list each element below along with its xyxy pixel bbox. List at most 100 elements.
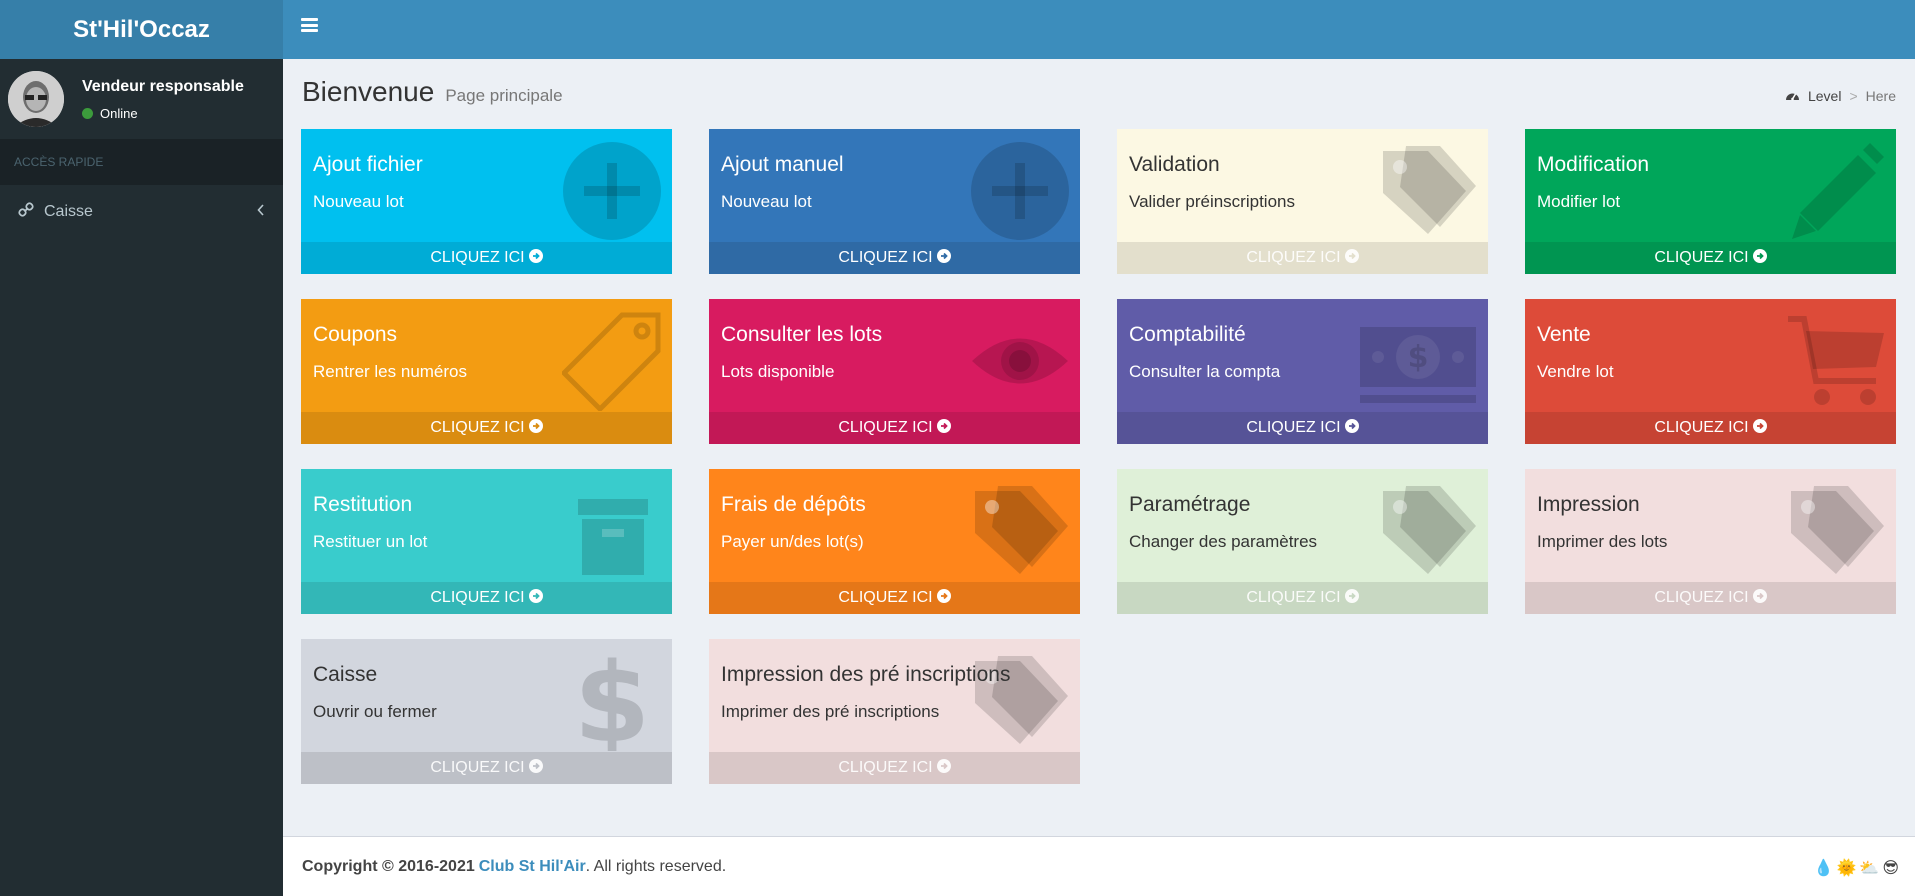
arrow-circle-right-icon (1344, 248, 1359, 268)
plus-circle-icon (562, 141, 662, 241)
arrow-circle-right-icon (528, 418, 543, 438)
sidebar-toggle-icon[interactable] (301, 18, 318, 32)
tile-caisse[interactable]: $ Caisse Ouvrir ou fermer CLIQUEZ ICI (301, 639, 672, 784)
arrow-circle-right-icon (936, 248, 951, 268)
weather-icons: 💧 🌞 ⛅ 😎 (1814, 858, 1899, 878)
user-status: Online (82, 106, 244, 121)
tile-cta-link[interactable]: CLIQUEZ ICI (709, 582, 1080, 614)
tags-icon (970, 481, 1070, 581)
tile-cta-link[interactable]: CLIQUEZ ICI (1117, 582, 1488, 614)
arrow-circle-right-icon (528, 588, 543, 608)
tile-cta-label: CLIQUEZ ICI (430, 589, 525, 606)
tile-ajout-manuel[interactable]: Ajout manuel Nouveau lot CLIQUEZ ICI (709, 129, 1080, 274)
tile-ajout-fichier[interactable]: Ajout fichier Nouveau lot CLIQUEZ ICI (301, 129, 672, 274)
arrow-circle-right-icon (1752, 248, 1767, 268)
tile-description: Rentrer les numéros (313, 362, 468, 381)
tile-cta-link[interactable]: CLIQUEZ ICI (1525, 582, 1896, 614)
tile-param-trage[interactable]: Paramétrage Changer des paramètres CLIQU… (1117, 469, 1488, 614)
tile-consulter-les-lots[interactable]: Consulter les lots Lots disponible CLIQU… (709, 299, 1080, 444)
tile-cta-link[interactable]: CLIQUEZ ICI (1525, 242, 1896, 274)
drop-icon: 💧 (1813, 860, 1834, 877)
tags-icon (1378, 481, 1478, 581)
sidebar-item-caisse[interactable]: Caisse (0, 185, 283, 239)
sun-icon: 🌞 (1836, 860, 1857, 877)
page-subtitle: Page principale (445, 86, 563, 105)
tile-cta-label: CLIQUEZ ICI (430, 249, 525, 266)
tags-icon (1786, 481, 1886, 581)
tile-cta-label: CLIQUEZ ICI (838, 249, 933, 266)
chevron-left-icon (257, 203, 265, 221)
page-title: Bienvenue (302, 76, 435, 107)
arrow-circle-right-icon (1752, 418, 1767, 438)
tile-title: Coupons (313, 323, 398, 346)
tile-cta-link[interactable]: CLIQUEZ ICI (1117, 242, 1488, 274)
tile-description: Consulter la compta (1129, 362, 1281, 381)
tile-cta-link[interactable]: CLIQUEZ ICI (301, 412, 672, 444)
tile-description: Nouveau lot (721, 192, 812, 211)
tile-title: Consulter les lots (721, 323, 883, 346)
tile-modification[interactable]: Modification Modifier lot CLIQUEZ ICI (1525, 129, 1896, 274)
tile-cta-label: CLIQUEZ ICI (1654, 249, 1749, 266)
tile-title: Impression des pré inscriptions (721, 663, 1011, 686)
svg-text:$: $ (1408, 340, 1429, 375)
tags-icon (1378, 141, 1478, 241)
tile-cta-label: CLIQUEZ ICI (1654, 419, 1749, 436)
breadcrumb: Level > Here (1785, 88, 1896, 104)
tile-cta-link[interactable]: CLIQUEZ ICI (301, 752, 672, 784)
pencil-icon (1786, 141, 1886, 241)
tile-description: Ouvrir ou fermer (313, 702, 437, 721)
tile-cta-link[interactable]: CLIQUEZ ICI (1117, 412, 1488, 444)
tile-title: Frais de dépôts (721, 493, 866, 516)
tile-impression[interactable]: Impression Imprimer des lots CLIQUEZ ICI (1525, 469, 1896, 614)
tile-title: Ajout fichier (313, 153, 423, 176)
tile-description: Payer un/des lot(s) (721, 532, 864, 551)
tile-description: Valider préinscriptions (1129, 192, 1295, 211)
sidebar-item-label: Caisse (44, 203, 93, 220)
club-link[interactable]: Club St Hil'Air (479, 858, 586, 876)
tile-cta-link[interactable]: CLIQUEZ ICI (709, 752, 1080, 784)
tile-cta-link[interactable]: CLIQUEZ ICI (301, 242, 672, 274)
tile-frais-de-d-p-ts[interactable]: Frais de dépôts Payer un/des lot(s) CLIQ… (709, 469, 1080, 614)
tag-icon (560, 311, 662, 413)
breadcrumb-level[interactable]: Level (1808, 88, 1841, 104)
plus-circle-icon (970, 141, 1070, 241)
app-logo[interactable]: St'Hil'Occaz (0, 0, 283, 59)
arrow-circle-right-icon (528, 248, 543, 268)
tile-description: Changer des paramètres (1129, 532, 1318, 551)
cloud-icon: ⛅ (1859, 860, 1880, 877)
dollar-icon: $ (562, 639, 662, 767)
tile-description: Vendre lot (1537, 362, 1614, 381)
arrow-circle-right-icon (936, 758, 951, 778)
tile-impression-des-pr-inscriptions[interactable]: Impression des pré inscriptions Imprimer… (709, 639, 1080, 784)
tile-description: Nouveau lot (313, 192, 404, 211)
arrow-circle-right-icon (1344, 418, 1359, 438)
tile-title: Ajout manuel (721, 153, 844, 176)
main-content: Bienvenue Page principale Level > Here A… (283, 59, 1915, 836)
tile-validation[interactable]: Validation Valider préinscriptions CLIQU… (1117, 129, 1488, 274)
tile-cta-label: CLIQUEZ ICI (838, 759, 933, 776)
tile-coupons[interactable]: Coupons Rentrer les numéros CLIQUEZ ICI (301, 299, 672, 444)
tile-title: Restitution (313, 493, 413, 516)
tile-cta-link[interactable]: CLIQUEZ ICI (1525, 412, 1896, 444)
tile-comptabilit-[interactable]: $ Comptabilité Consulter la compta CLIQU… (1117, 299, 1488, 444)
tile-cta-link[interactable]: CLIQUEZ ICI (709, 242, 1080, 274)
online-status-icon (82, 107, 93, 119)
tile-title: Validation (1129, 153, 1220, 176)
tile-description: Restituer un lot (313, 532, 428, 551)
arrow-circle-right-icon (936, 418, 951, 438)
tile-vente[interactable]: Vente Vendre lot CLIQUEZ ICI (1525, 299, 1896, 444)
rights-text: . All rights reserved. (585, 857, 727, 875)
tile-description: Imprimer des lots (1537, 532, 1668, 551)
tile-cta-link[interactable]: CLIQUEZ ICI (301, 582, 672, 614)
arrow-circle-right-icon (528, 758, 543, 778)
tile-description: Lots disponible (721, 362, 835, 381)
tile-restitution[interactable]: Restitution Restituer un lot CLIQUEZ ICI (301, 469, 672, 614)
svg-text:$: $ (574, 651, 651, 751)
tile-cta-label: CLIQUEZ ICI (430, 759, 525, 776)
tile-cta-label: CLIQUEZ ICI (1246, 249, 1341, 266)
user-status-label: Online (100, 105, 138, 121)
tile-title: Caisse (313, 663, 378, 686)
tile-cta-link[interactable]: CLIQUEZ ICI (709, 412, 1080, 444)
tile-title: Impression (1537, 493, 1640, 516)
dashboard-icon (1785, 88, 1800, 104)
